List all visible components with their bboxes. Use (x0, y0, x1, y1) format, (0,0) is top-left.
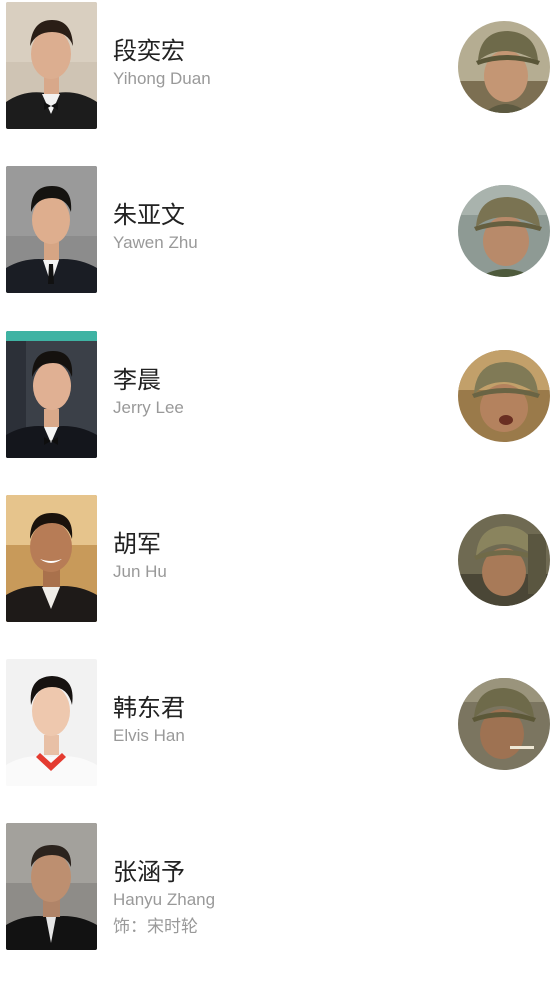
actor-portrait-image (6, 659, 97, 786)
character-still-image (458, 350, 550, 442)
character-avatar[interactable] (458, 350, 550, 442)
cast-item[interactable]: 张涵予 Hanyu Zhang 饰：宋时轮 (0, 823, 550, 951)
character-still-image (458, 21, 550, 113)
actor-name-english: Yihong Duan (113, 69, 211, 88)
actor-photo[interactable] (6, 823, 97, 950)
actor-name: 朱亚文 (113, 201, 185, 229)
actor-portrait-image (6, 166, 97, 293)
character-still-image (458, 514, 550, 606)
actor-info: 张涵予 Hanyu Zhang 饰：宋时轮 (113, 856, 433, 938)
actor-name-english: Elvis Han (113, 726, 185, 745)
character-role: 饰：宋时轮 (113, 917, 198, 937)
actor-photo[interactable] (6, 659, 97, 786)
actor-name: 韩东君 (113, 694, 185, 722)
cast-item[interactable]: 李晨 Jerry Lee (0, 331, 550, 459)
cast-item[interactable]: 朱亚文 Yawen Zhu (0, 166, 550, 294)
actor-name-english: Jun Hu (113, 562, 167, 581)
cast-item[interactable]: 胡军 Jun Hu (0, 495, 550, 623)
character-still-image (458, 678, 550, 770)
actor-info: 朱亚文 Yawen Zhu (113, 199, 433, 254)
actor-name: 李晨 (113, 366, 161, 394)
actor-portrait-image (6, 495, 97, 622)
character-avatar[interactable] (458, 185, 550, 277)
actor-portrait-image (6, 2, 97, 129)
actor-name-english: Jerry Lee (113, 398, 184, 417)
actor-name: 段奕宏 (113, 37, 185, 65)
actor-info: 李晨 Jerry Lee (113, 364, 433, 419)
actor-info: 韩东君 Elvis Han (113, 692, 433, 747)
actor-name-english: Yawen Zhu (113, 233, 198, 252)
actor-name: 胡军 (113, 530, 161, 558)
cast-list: 段奕宏 Yihong Duan 朱亚文 Yawen Zhu 李晨 Jerry L… (0, 0, 550, 981)
actor-photo[interactable] (6, 2, 97, 129)
actor-photo[interactable] (6, 166, 97, 293)
character-avatar[interactable] (458, 678, 550, 770)
actor-info: 段奕宏 Yihong Duan (113, 35, 433, 90)
actor-name-english: Hanyu Zhang (113, 890, 216, 909)
cast-item[interactable]: 韩东君 Elvis Han (0, 659, 550, 787)
cast-item[interactable]: 段奕宏 Yihong Duan (0, 2, 550, 130)
actor-info: 胡军 Jun Hu (113, 528, 433, 583)
actor-photo[interactable] (6, 331, 97, 458)
character-avatar[interactable] (458, 21, 550, 113)
actor-photo[interactable] (6, 495, 97, 622)
actor-name: 张涵予 (113, 858, 185, 886)
actor-portrait-image (6, 331, 97, 458)
character-still-image (458, 185, 550, 277)
character-avatar[interactable] (458, 514, 550, 606)
actor-portrait-image (6, 823, 97, 950)
